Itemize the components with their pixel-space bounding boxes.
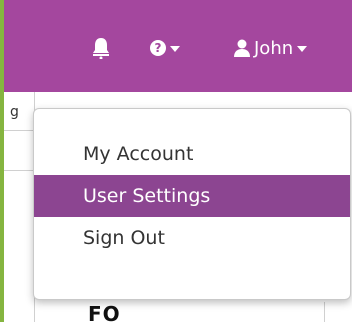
notifications-button[interactable] <box>92 34 110 62</box>
left-table-cell: g <box>4 92 35 322</box>
table-divider <box>4 130 34 131</box>
user-menu-button[interactable]: John <box>234 34 308 62</box>
user-dropdown-menu: My Account User Settings Sign Out <box>33 108 351 300</box>
table-divider <box>324 302 325 322</box>
partial-background-text: FO <box>88 302 121 326</box>
help-menu-button[interactable]: ? <box>150 34 180 62</box>
menu-item-sign-out[interactable]: Sign Out <box>34 217 350 259</box>
chevron-down-icon <box>170 46 180 52</box>
left-cell-text: g <box>10 104 19 120</box>
question-circle-icon: ? <box>150 40 166 56</box>
user-icon <box>234 39 250 57</box>
table-divider <box>4 170 34 171</box>
bell-icon <box>93 38 109 59</box>
menu-item-my-account[interactable]: My Account <box>34 133 350 175</box>
top-navbar: ? John <box>4 0 352 92</box>
chevron-down-icon <box>297 46 308 52</box>
menu-item-user-settings[interactable]: User Settings <box>34 175 350 217</box>
user-name: John <box>254 37 294 59</box>
